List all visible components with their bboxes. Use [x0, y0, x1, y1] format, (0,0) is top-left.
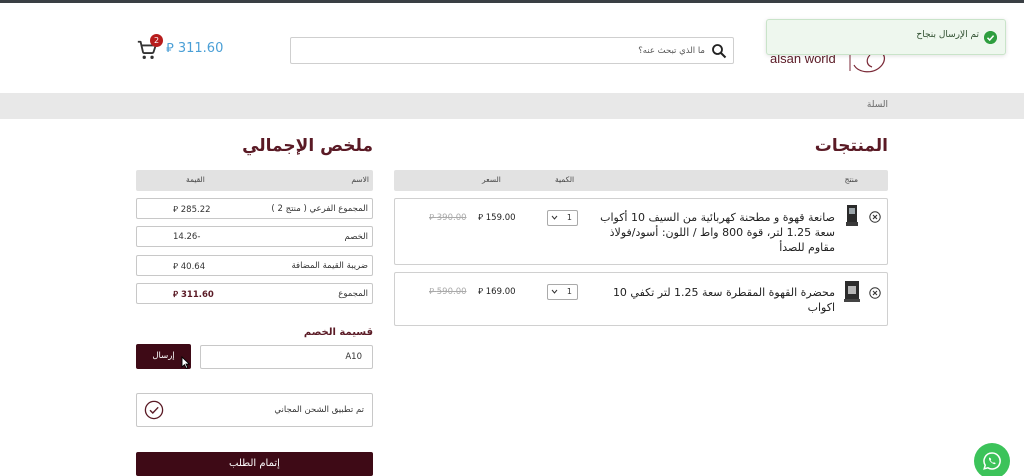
quantity-select[interactable]: 1	[547, 210, 578, 226]
product-price: 169.00 ⃁	[478, 287, 516, 297]
toast-message: تم الإرسال بنجاح	[916, 30, 979, 40]
col-price: السعر	[482, 175, 501, 184]
chevron-down-icon	[551, 289, 558, 294]
summary-table-header: الاسم القيمة	[136, 170, 373, 191]
checkout-button[interactable]: إتمام الطلب	[136, 452, 373, 476]
summary-title: ملخص الإجمالي	[242, 136, 373, 156]
product-price: 159.00 ⃁	[478, 213, 516, 223]
table-row: صانعة قهوة و مطحنة كهربائية من السيف 10 …	[394, 198, 888, 265]
success-toast: تم الإرسال بنجاح	[766, 19, 1006, 55]
col-product: منتج	[844, 175, 858, 184]
whatsapp-button[interactable]	[974, 443, 1010, 476]
summary-row-vat: ضريبة القيمة المضافة 40.64 ⃁	[136, 255, 373, 276]
cart-count-badge: 2	[150, 34, 163, 47]
table-row: محضرة القهوة المقطرة سعة 1.25 لتر تكفي 1…	[394, 272, 888, 326]
products-title: المنتجات	[814, 136, 888, 156]
mouse-cursor-icon	[181, 356, 190, 369]
col-quantity: الكمية	[555, 175, 575, 184]
summary-label: المجموع	[338, 289, 368, 299]
summary-row-discount: الخصم -14.26	[136, 226, 373, 247]
cart[interactable]: 2 311.60 ⃁	[136, 34, 223, 61]
quantity-value: 1	[566, 213, 572, 222]
summary-label: المجموع الفرعي ( منتج 2 )	[271, 204, 368, 214]
check-circle-icon	[144, 400, 164, 420]
summary-label: الخصم	[344, 232, 368, 242]
product-old-price: 390.00 ⃁	[429, 213, 467, 223]
product-thumbnail[interactable]	[841, 278, 863, 304]
coupon-input[interactable]	[200, 345, 373, 369]
summary-row-subtotal: المجموع الفرعي ( منتج 2 ) 285.22 ⃁	[136, 198, 373, 219]
remove-item-icon[interactable]	[869, 211, 881, 223]
products-table-header: منتج الكمية السعر	[394, 170, 888, 191]
summary-value: -14.26	[173, 232, 201, 242]
product-old-price: 590.00 ⃁	[429, 287, 467, 297]
coupon-label: قسيمة الخصم	[303, 327, 373, 338]
col-value: القيمة	[186, 175, 205, 184]
product-name[interactable]: محضرة القهوة المقطرة سعة 1.25 لتر تكفي 1…	[605, 285, 835, 315]
search-bar	[290, 37, 734, 64]
breadcrumb-current[interactable]: السلة	[867, 100, 888, 110]
col-name: الاسم	[351, 175, 369, 184]
search-input[interactable]	[305, 42, 705, 60]
summary-value: 285.22 ⃁	[173, 205, 211, 215]
cart-total[interactable]: 311.60 ⃁	[166, 39, 223, 56]
product-thumbnail[interactable]	[841, 203, 863, 229]
summary-row-total: المجموع 311.60 ⃁	[136, 283, 373, 304]
chevron-down-icon	[551, 215, 558, 220]
quantity-value: 1	[566, 287, 572, 296]
breadcrumb: السلة	[0, 93, 1024, 119]
remove-item-icon[interactable]	[869, 287, 881, 299]
summary-value: 311.60 ⃁	[173, 290, 214, 300]
summary-value: 40.64 ⃁	[173, 262, 206, 272]
whatsapp-icon	[983, 452, 1001, 470]
check-circle-icon	[984, 31, 997, 44]
free-shipping-notice: تم تطبيق الشحن المجاني	[136, 393, 373, 427]
free-shipping-text: تم تطبيق الشحن المجاني	[274, 405, 364, 415]
search-icon[interactable]	[711, 43, 727, 59]
summary-label: ضريبة القيمة المضافة	[291, 261, 368, 271]
quantity-select[interactable]: 1	[547, 284, 578, 300]
product-name[interactable]: صانعة قهوة و مطحنة كهربائية من السيف 10 …	[591, 210, 835, 255]
